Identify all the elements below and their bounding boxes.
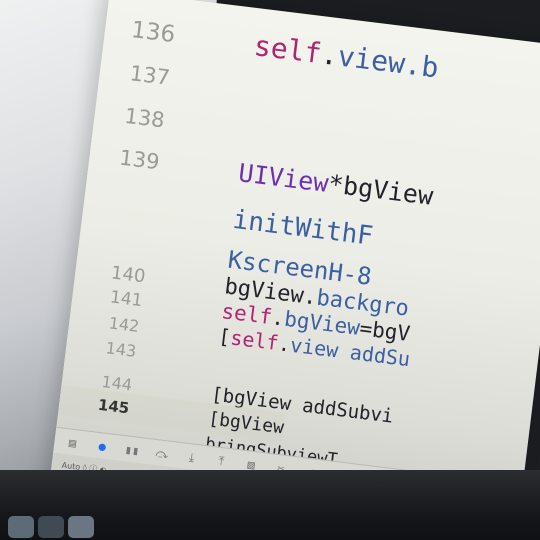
debug-button[interactable]: ⤼ [153,445,171,462]
debug-button[interactable]: ▤ [64,435,82,451]
line-number: 137 [128,61,172,90]
dock-app-icon[interactable] [8,516,34,538]
code-lines: 136 self.view.b 137 138 139 UIView*bgView ini… [57,0,540,482]
code-editor[interactable]: 136 self.view.b 137 138 139 UIView*bgView ini… [46,0,540,540]
code-text: UIView*bgView [237,158,435,211]
code-token: self [229,325,280,356]
line-number: 138 [123,103,166,133]
code-text: self.view.b [252,29,440,84]
code-token: self [252,28,324,70]
code-token: view [336,38,407,80]
line-number: 136 [129,17,177,49]
code-token: .b [402,47,441,84]
code-token: UIView [237,157,331,198]
photo-scene: 136 self.view.b 137 138 139 UIView*bgView ini… [0,0,540,540]
code-token: addSu [336,338,412,372]
code-text: initWithF [231,205,374,252]
dock [8,516,94,538]
debug-button[interactable]: ⤒ [213,453,231,470]
dock-app-icon[interactable] [38,516,64,538]
line-number: 139 [118,145,161,175]
code-token: view [288,332,340,363]
debug-button[interactable]: ● [94,439,112,455]
code-token: initWithF [231,204,375,252]
dock-app-icon[interactable] [68,516,94,538]
line-number: 143 [104,337,138,361]
code-line[interactable]: 138 [93,97,246,145]
debug-button[interactable]: ▮▮ [123,442,141,458]
debug-button[interactable]: ⤓ [183,449,201,466]
code-line[interactable]: 137 [98,55,251,103]
line-number [79,241,148,250]
line-number [84,201,153,210]
code-token: *bgView [326,168,435,211]
